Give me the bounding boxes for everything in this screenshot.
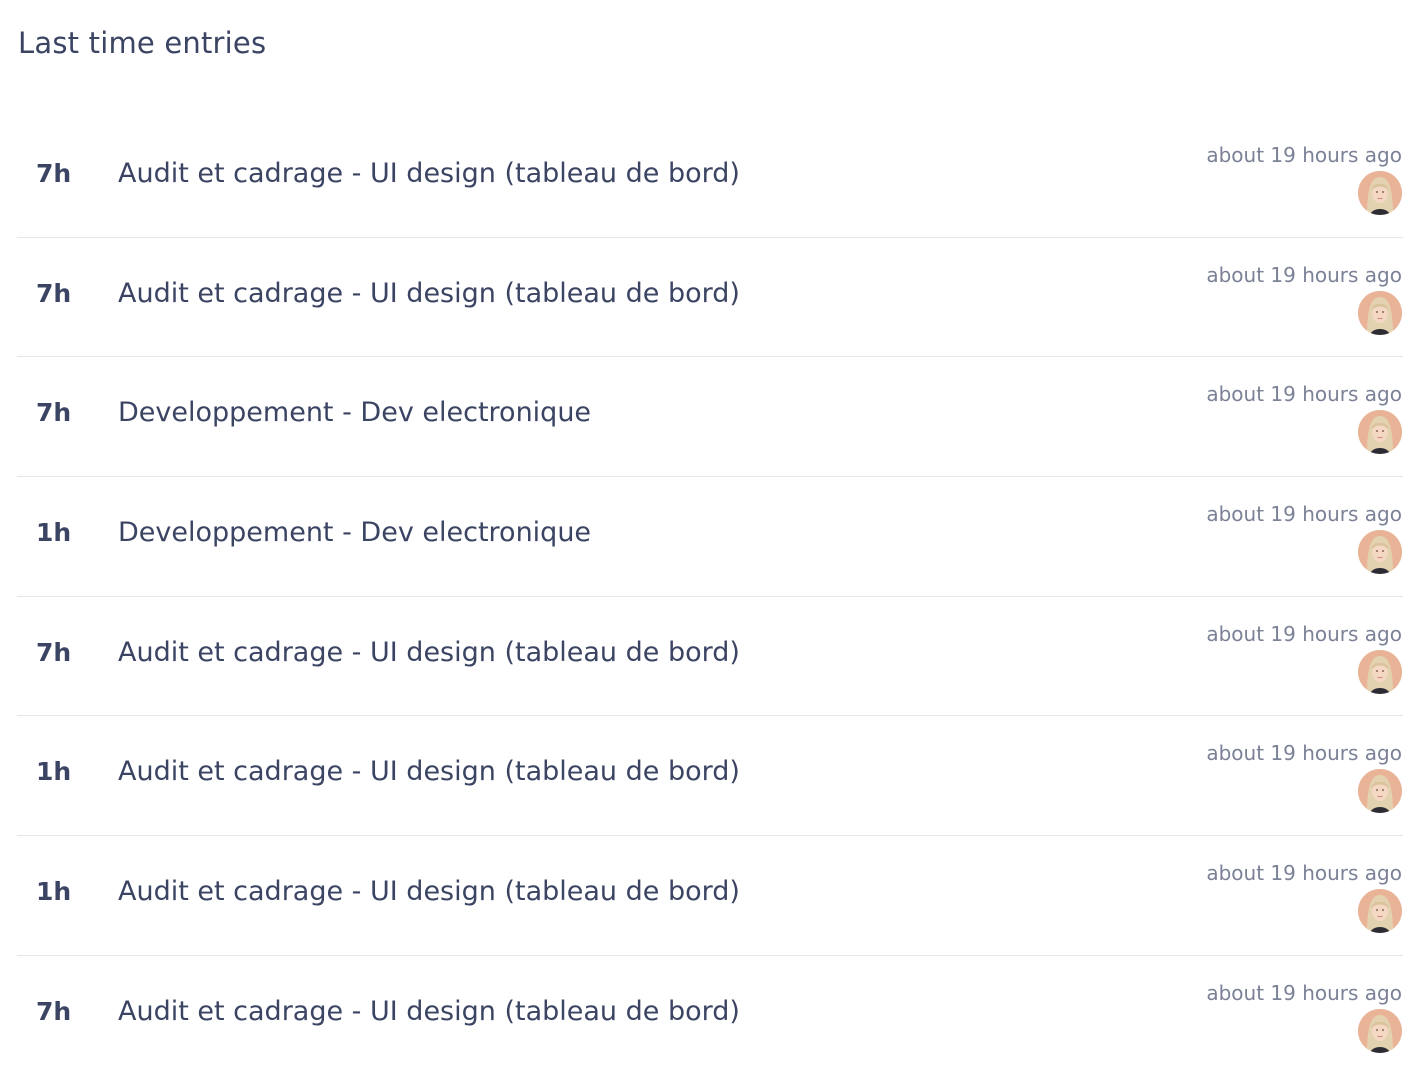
avatar-portrait-icon <box>1358 530 1402 575</box>
entry-description[interactable]: Audit et cadrage - UI design (tableau de… <box>118 756 740 787</box>
entry-timestamp: about 19 hours ago <box>1206 741 1402 766</box>
entry-hours: 7h <box>36 278 72 308</box>
entry-hours: 1h <box>36 518 72 548</box>
time-entry-row[interactable]: 7h Audit et cadrage - UI design (tableau… <box>17 238 1403 358</box>
entry-timestamp: about 19 hours ago <box>1206 262 1402 287</box>
time-entry-row[interactable]: 1h Audit et cadrage - UI design (tableau… <box>17 716 1403 837</box>
user-avatar[interactable] <box>1358 1008 1402 1053</box>
avatar-portrait-icon <box>1358 889 1402 934</box>
entry-description[interactable]: Developpement - Dev electronique <box>118 517 591 548</box>
user-avatar[interactable] <box>1358 410 1402 455</box>
entry-hours: 7h <box>36 398 72 428</box>
time-entry-row[interactable]: 7h Audit et cadrage - UI design (tableau… <box>17 118 1403 238</box>
user-avatar[interactable] <box>1358 649 1402 694</box>
entry-hours: 7h <box>36 996 72 1026</box>
entry-description[interactable]: Audit et cadrage - UI design (tableau de… <box>118 278 740 309</box>
entry-timestamp: about 19 hours ago <box>1206 143 1402 167</box>
entry-timestamp: about 19 hours ago <box>1206 621 1402 646</box>
entry-description[interactable]: Developpement - Dev electronique <box>118 397 591 428</box>
avatar-portrait-icon <box>1358 769 1402 814</box>
entry-hours: 1h <box>36 877 72 907</box>
time-entry-row[interactable]: 7h Audit et cadrage - UI design (tableau… <box>17 956 1403 1076</box>
user-avatar[interactable] <box>1358 889 1402 934</box>
user-avatar[interactable] <box>1358 530 1402 575</box>
avatar-portrait-icon <box>1358 649 1402 694</box>
entry-description[interactable]: Audit et cadrage - UI design (tableau de… <box>118 876 740 907</box>
time-entry-row[interactable]: 7h Audit et cadrage - UI design (tableau… <box>17 597 1403 717</box>
entry-timestamp: about 19 hours ago <box>1206 382 1402 407</box>
avatar-portrait-icon <box>1358 290 1402 335</box>
entry-timestamp: about 19 hours ago <box>1206 980 1402 1005</box>
user-avatar[interactable] <box>1358 769 1402 814</box>
time-entry-list: 7h Audit et cadrage - UI design (tableau… <box>17 118 1403 1076</box>
entry-hours: 7h <box>36 637 72 667</box>
user-avatar[interactable] <box>1358 171 1402 215</box>
time-entry-row[interactable]: 1h Developpement - Dev electronique abou… <box>17 477 1403 597</box>
entry-description[interactable]: Audit et cadrage - UI design (tableau de… <box>118 158 740 189</box>
time-entries-panel: Last time entries 7h Audit et cadrage - … <box>0 0 1426 1078</box>
entry-description[interactable]: Audit et cadrage - UI design (tableau de… <box>118 996 740 1027</box>
page-title: Last time entries <box>18 26 267 60</box>
entry-description[interactable]: Audit et cadrage - UI design (tableau de… <box>118 637 740 668</box>
avatar-portrait-icon <box>1358 171 1402 215</box>
avatar-portrait-icon <box>1358 410 1402 455</box>
time-entry-row[interactable]: 1h Audit et cadrage - UI design (tableau… <box>17 836 1403 956</box>
avatar-portrait-icon <box>1358 1008 1402 1053</box>
time-entry-row[interactable]: 7h Developpement - Dev electronique abou… <box>17 357 1403 478</box>
entry-timestamp: about 19 hours ago <box>1206 502 1402 527</box>
user-avatar[interactable] <box>1358 290 1402 335</box>
entry-timestamp: about 19 hours ago <box>1206 861 1402 886</box>
entry-hours: 1h <box>36 757 72 787</box>
entry-hours: 7h <box>36 159 72 188</box>
